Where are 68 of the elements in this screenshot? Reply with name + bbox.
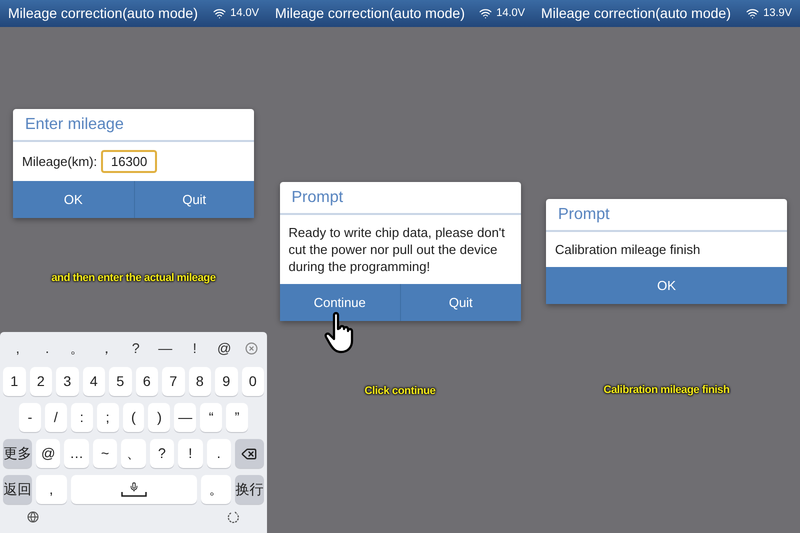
keyboard-key[interactable]: (: [122, 403, 144, 432]
keyboard-key[interactable]: -: [19, 403, 41, 432]
dialog-title: Prompt: [546, 199, 787, 232]
screen-title: Mileage correction(auto mode): [541, 4, 731, 23]
keyboard-key[interactable]: ?: [150, 439, 174, 468]
space-key[interactable]: [70, 475, 196, 504]
dialog-button[interactable]: OK: [13, 181, 134, 218]
keyboard-key[interactable]: 6: [136, 367, 158, 396]
subtitle-caption: and then enter the actual mileage: [51, 271, 216, 286]
dialog-message: Ready to write chip data, please don't cut the power nor pull out the device during the programming!: [288, 224, 506, 275]
keyboard-key[interactable]: /: [44, 403, 67, 432]
suggestion-symbol[interactable]: @: [210, 338, 239, 358]
suggestion-symbol[interactable]: ,: [3, 338, 32, 358]
keyboard-key[interactable]: 4: [82, 367, 105, 396]
dialog-title: Enter mileage: [13, 109, 254, 142]
keyboard-key[interactable]: 9: [215, 367, 238, 396]
keyboard-key[interactable]: .: [206, 439, 231, 468]
suggestion-symbol[interactable]: ?: [121, 338, 150, 358]
keyboard-key[interactable]: 。: [200, 475, 231, 504]
voltage-reading: 13.9V: [763, 6, 792, 22]
screen-title: Mileage correction(auto mode): [8, 4, 198, 23]
dialog-button[interactable]: Quit: [134, 181, 254, 218]
keyboard-key[interactable]: 3: [56, 367, 78, 396]
suggestion-symbol[interactable]: —: [150, 338, 180, 358]
dialog-button[interactable]: Quit: [400, 284, 520, 321]
keyboard-key[interactable]: “: [200, 403, 222, 432]
voltage-reading: 14.0V: [496, 6, 525, 22]
subtitle-caption: Calibration mileage finish: [603, 383, 730, 398]
keyboard-key[interactable]: ;: [96, 403, 119, 432]
keyboard-key[interactable]: ”: [226, 403, 248, 432]
globe-icon[interactable]: [27, 511, 39, 523]
handwriting-icon[interactable]: [227, 511, 240, 523]
field-label: Mileage(km):: [22, 152, 98, 171]
backspace-icon: [241, 446, 258, 462]
suggestion-symbol[interactable]: .: [32, 338, 62, 358]
clear-icon[interactable]: [245, 342, 258, 354]
suggestion-symbol[interactable]: 。: [62, 338, 92, 358]
space-icon: [120, 492, 146, 497]
keyboard-key[interactable]: 、: [121, 439, 146, 468]
microphone-icon: [128, 482, 138, 492]
dialog-button[interactable]: OK: [546, 267, 787, 304]
backspace-key[interactable]: [234, 439, 264, 468]
keyboard-key[interactable]: 0: [242, 367, 264, 396]
keyboard-key[interactable]: 7: [162, 367, 184, 396]
keyboard-key[interactable]: :: [70, 403, 93, 432]
keyboard-key[interactable]: 8: [188, 367, 211, 396]
keyboard-key[interactable]: @: [36, 439, 60, 468]
keyboard-key[interactable]: …: [64, 439, 89, 468]
voltage-reading: 14.0V: [230, 6, 259, 22]
keyboard-key[interactable]: 更多: [3, 439, 32, 468]
keyboard-key[interactable]: 1: [3, 367, 26, 396]
keyboard-key[interactable]: 5: [109, 367, 132, 396]
mileage-input[interactable]: 16300: [101, 150, 158, 173]
keyboard-key[interactable]: ~: [92, 439, 118, 468]
keyboard-key[interactable]: 2: [30, 367, 52, 396]
keyboard-key[interactable]: !: [178, 439, 203, 468]
dialog-button[interactable]: Continue: [280, 284, 400, 321]
keyboard-key[interactable]: 返回: [3, 475, 32, 504]
subtitle-caption: Click continue: [364, 384, 436, 399]
keyboard-key[interactable]: ): [148, 403, 170, 432]
screen-title: Mileage correction(auto mode): [275, 4, 465, 23]
dialog-title: Prompt: [280, 182, 520, 215]
suggestion-symbol[interactable]: ，: [92, 338, 121, 358]
dialog-message: Calibration mileage finish: [555, 241, 702, 258]
suggestion-symbol[interactable]: !: [180, 338, 210, 358]
keyboard-key[interactable]: ,: [36, 475, 66, 504]
keyboard-key[interactable]: —: [174, 403, 196, 432]
keyboard-key[interactable]: 换行: [235, 475, 264, 504]
